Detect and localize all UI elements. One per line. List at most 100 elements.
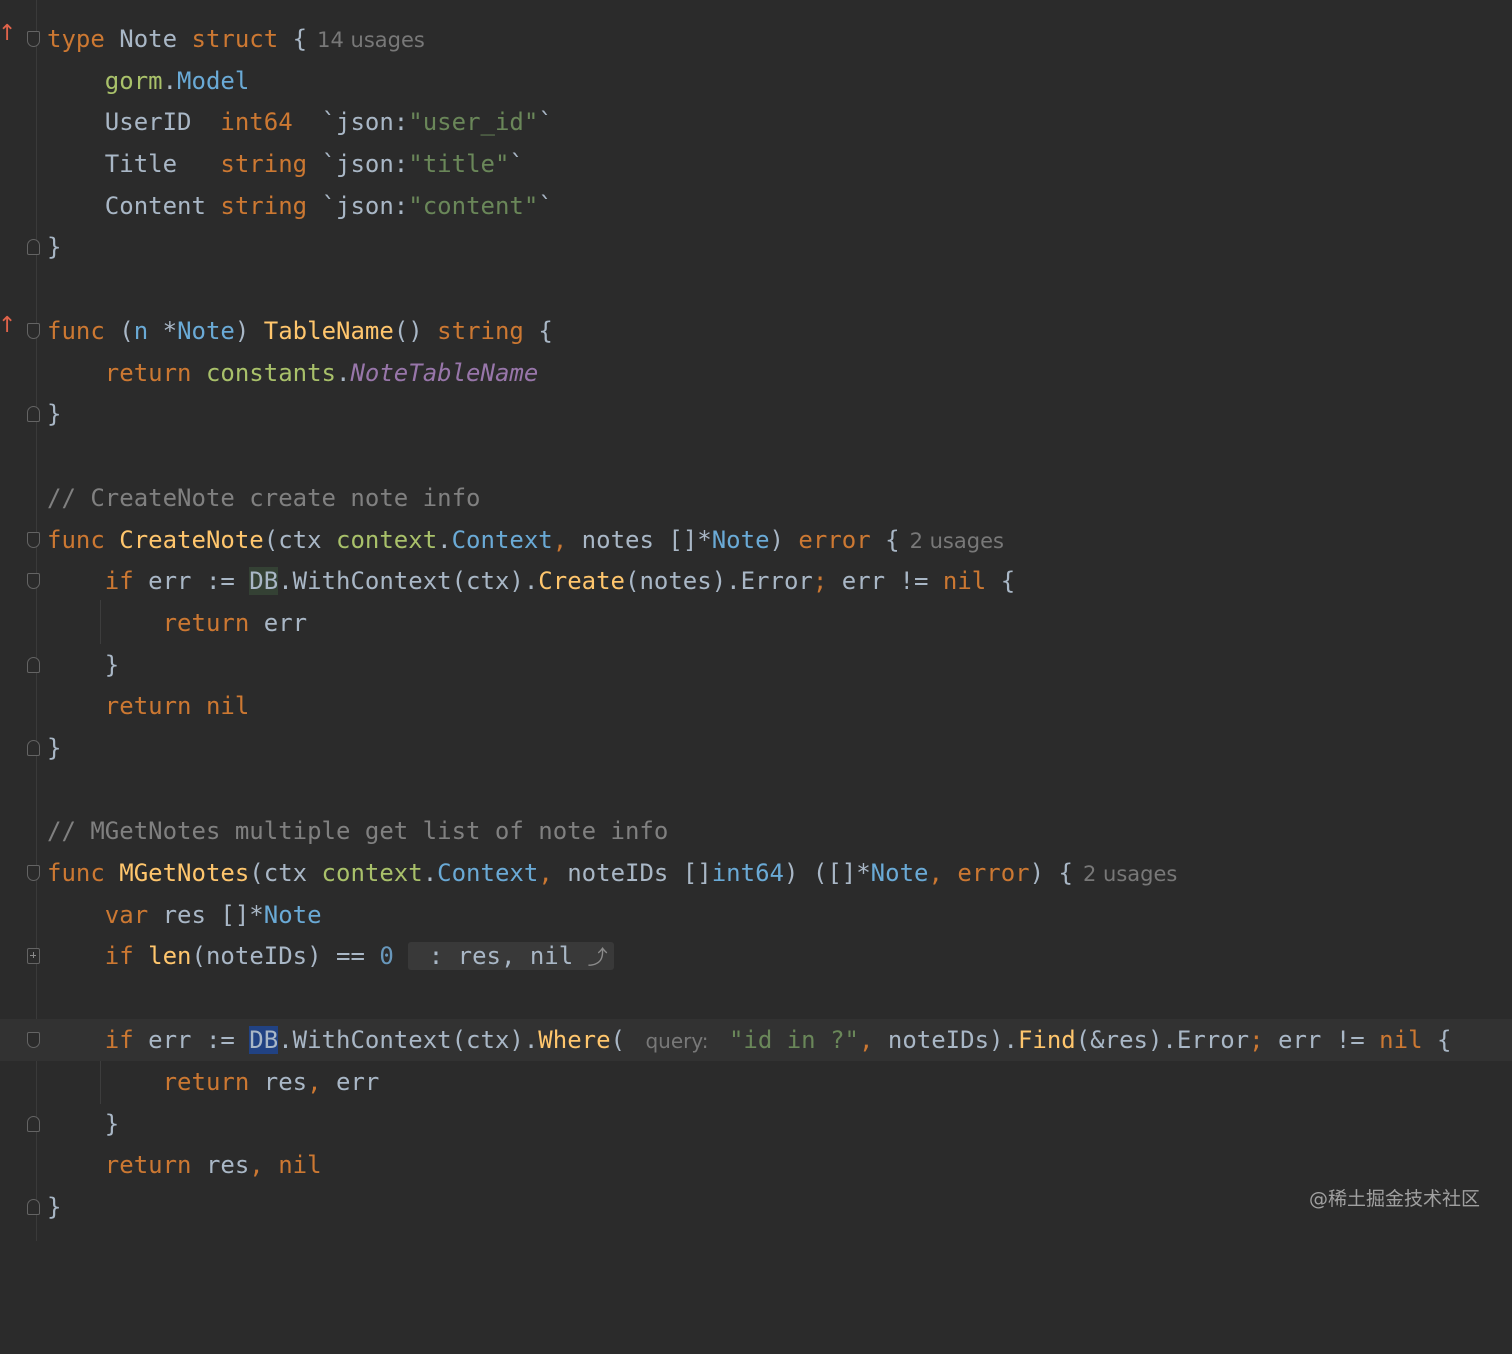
struct-tag: `json: <box>321 150 409 178</box>
fold-open-icon[interactable] <box>27 573 40 589</box>
fold-expand-icon[interactable] <box>27 948 40 964</box>
pointer-star: * <box>162 317 178 345</box>
parens: () <box>393 317 423 345</box>
code-line[interactable]: } <box>0 727 1512 769</box>
fold-open-icon[interactable] <box>27 532 40 548</box>
return-type: string <box>437 317 524 345</box>
type-name: Context <box>437 859 539 887</box>
code-text: notes []* <box>567 526 712 554</box>
code-text: err := <box>133 567 250 595</box>
code-line[interactable]: } <box>0 1186 1512 1228</box>
code-line[interactable]: } <box>0 1103 1512 1145</box>
implementation-arrow-icon[interactable]: ↑ <box>0 314 16 338</box>
fold-close-icon[interactable] <box>27 740 40 756</box>
code-text: ) <box>769 526 799 554</box>
keyword: if <box>104 942 134 970</box>
code-text: err != <box>1263 1026 1380 1054</box>
identifier-selected[interactable]: DB <box>249 1026 279 1054</box>
code-line[interactable]: UserID int64 `json:"user_id"` <box>0 101 1512 143</box>
code-line[interactable]: ↑ type Note struct {14 usages <box>0 18 1512 60</box>
builtin-function: len <box>148 942 192 970</box>
return-icon: ⤴ <box>587 945 608 969</box>
code-line[interactable]: gorm.Model <box>0 60 1512 102</box>
keyword: func <box>47 526 105 554</box>
code-text: res <box>191 1151 250 1179</box>
keyword: return <box>104 692 192 720</box>
code-text: res <box>249 1068 308 1096</box>
code-text: noteIDs [] <box>552 859 712 887</box>
fold-close-icon[interactable] <box>27 406 40 422</box>
current-code-line[interactable]: if err := DB.WithContext(ctx).Where( que… <box>0 1019 1512 1061</box>
code-text: ( <box>610 1026 640 1054</box>
comma: , <box>928 859 943 887</box>
code-text: (noteIDs) == <box>191 942 380 970</box>
keyword: nil <box>942 567 987 595</box>
method-name: Where <box>538 1026 611 1054</box>
code-text: (ctx <box>263 526 336 554</box>
code-line[interactable]: return err <box>0 602 1512 644</box>
fold-close-icon[interactable] <box>27 1199 40 1215</box>
code-line[interactable]: } <box>0 644 1512 686</box>
code-line[interactable]: return res, err <box>0 1061 1512 1103</box>
code-text: noteIDs). <box>873 1026 1018 1054</box>
brace: } <box>104 1110 120 1138</box>
paren: ) <box>234 317 250 345</box>
code-line[interactable]: return nil <box>0 685 1512 727</box>
keyword: if <box>104 567 134 595</box>
code-line[interactable]: Content string `json:"content"` <box>0 185 1512 227</box>
code-line[interactable]: Title string `json:"title"` <box>0 143 1512 185</box>
receiver-var: n <box>133 317 149 345</box>
usages-hint[interactable]: 2 usages <box>910 529 1004 553</box>
type-name: Context <box>451 526 553 554</box>
code-text: .WithContext(ctx). <box>278 1026 539 1054</box>
method-name: Find <box>1017 1026 1076 1054</box>
code-editor[interactable]: ↑ type Note struct {14 usages gorm.Model… <box>0 0 1512 1241</box>
keyword: func <box>47 317 105 345</box>
struct-tag: `json: <box>321 108 409 136</box>
dot: . <box>336 359 351 387</box>
comment: // CreateNote create note info <box>47 484 481 512</box>
parameter-hint: query: <box>639 1029 715 1053</box>
implementation-arrow-icon[interactable]: ↑ <box>0 22 16 46</box>
fold-open-icon[interactable] <box>27 31 40 47</box>
code-line[interactable]: if len(noteIDs) == 0 : res, nil ⤴ <box>0 935 1512 977</box>
code-line[interactable]: func CreateNote(ctx context.Context, not… <box>0 519 1512 561</box>
code-line[interactable]: return constants.NoteTableName <box>0 352 1512 394</box>
fold-close-icon[interactable] <box>27 1116 40 1132</box>
keyword: return <box>104 359 192 387</box>
code-line[interactable]: return res, nil <box>0 1144 1512 1186</box>
brace: } <box>47 734 62 762</box>
usages-hint[interactable]: 14 usages <box>317 28 425 52</box>
code-line[interactable]: ↑ func (n *Note) TableName() string { <box>0 310 1512 352</box>
string-literal: "title" <box>408 150 510 178</box>
method-name: Create <box>538 567 625 595</box>
code-line[interactable]: // CreateNote create note info <box>0 477 1512 519</box>
fold-close-icon[interactable] <box>27 239 40 255</box>
dot: . <box>162 67 178 95</box>
fold-close-icon[interactable] <box>27 657 40 673</box>
code-line[interactable]: } <box>0 226 1512 268</box>
code-line[interactable]: } <box>0 393 1512 435</box>
usages-hint[interactable]: 2 usages <box>1083 862 1177 886</box>
code-line[interactable]: if err := DB.WithContext(ctx).Create(not… <box>0 560 1512 602</box>
fold-open-icon[interactable] <box>27 323 40 339</box>
comma: , <box>538 859 553 887</box>
code-line[interactable]: func MGetNotes(ctx context.Context, note… <box>0 852 1512 894</box>
fold-open-icon[interactable] <box>27 1032 40 1048</box>
keyword: return <box>162 609 250 637</box>
comma: , <box>249 1151 264 1179</box>
code-line[interactable]: var res []*Note <box>0 894 1512 936</box>
watermark: @稀土掘金技术社区 <box>1308 1188 1480 1210</box>
dot: . <box>422 859 438 887</box>
comment: // MGetNotes multiple get list of note i… <box>47 817 669 845</box>
code-text: err := <box>133 1026 250 1054</box>
folded-region[interactable]: : res, nil ⤴ <box>408 942 614 970</box>
keyword: nil <box>278 1151 322 1179</box>
keyword: if <box>104 1026 134 1054</box>
field-name: Content <box>104 192 206 220</box>
brace: { <box>870 526 900 554</box>
fold-open-icon[interactable] <box>27 865 40 881</box>
field-type: int64 <box>220 108 293 136</box>
code-text: res []* <box>148 901 264 929</box>
code-line[interactable]: // MGetNotes multiple get list of note i… <box>0 810 1512 852</box>
